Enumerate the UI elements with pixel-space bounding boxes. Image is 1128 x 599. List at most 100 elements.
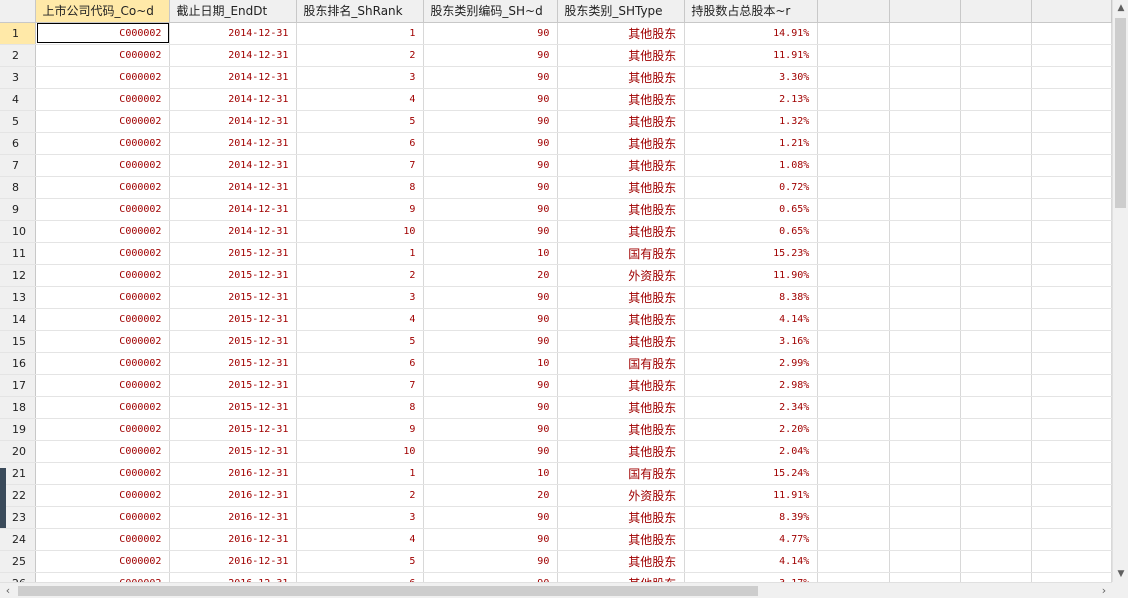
empty-cell[interactable] — [817, 418, 891, 441]
row-number[interactable]: 2 — [0, 44, 37, 67]
cell-company-code[interactable]: C000002 — [35, 550, 171, 573]
cell-rank[interactable]: 7 — [296, 154, 425, 177]
cell-ratio[interactable]: 0.65% — [684, 220, 819, 243]
vertical-scrollbar[interactable]: ▲ ▼ — [1112, 0, 1128, 582]
cell-rank[interactable]: 10 — [296, 220, 425, 243]
empty-cell[interactable] — [960, 396, 1032, 419]
cell-type-code[interactable]: 90 — [423, 308, 559, 331]
empty-cell[interactable] — [889, 154, 962, 177]
cell-rank[interactable]: 1 — [296, 22, 425, 45]
cell-type-code[interactable]: 10 — [423, 352, 559, 375]
cell-type-code[interactable]: 90 — [423, 440, 559, 463]
cell-type-code[interactable]: 90 — [423, 286, 559, 309]
cell-ratio[interactable]: 1.21% — [684, 132, 819, 155]
cell-ratio[interactable]: 1.32% — [684, 110, 819, 133]
empty-cell[interactable] — [817, 132, 891, 155]
cell-type[interactable]: 国有股东 — [557, 242, 686, 265]
cell-type[interactable]: 其他股东 — [557, 550, 686, 573]
cell-end-date[interactable]: 2015-12-31 — [169, 418, 298, 441]
cell-type[interactable]: 其他股东 — [557, 66, 686, 89]
cell-end-date[interactable]: 2015-12-31 — [169, 352, 298, 375]
empty-cell[interactable] — [1031, 22, 1112, 45]
cell-type[interactable]: 其他股东 — [557, 176, 686, 199]
empty-cell[interactable] — [960, 484, 1032, 507]
cell-end-date[interactable]: 2014-12-31 — [169, 22, 298, 45]
cell-company-code[interactable]: C000002 — [35, 22, 171, 45]
cell-end-date[interactable]: 2016-12-31 — [169, 506, 298, 529]
empty-cell[interactable] — [817, 308, 891, 331]
cell-end-date[interactable]: 2015-12-31 — [169, 308, 298, 331]
cell-ratio[interactable]: 2.20% — [684, 418, 819, 441]
empty-cell[interactable] — [817, 528, 891, 551]
scroll-down-arrow-icon[interactable]: ▼ — [1113, 566, 1128, 582]
empty-cell[interactable] — [889, 88, 962, 111]
empty-cell[interactable] — [817, 440, 891, 463]
scroll-right-arrow-icon[interactable]: › — [1096, 583, 1112, 599]
cell-ratio[interactable]: 2.98% — [684, 374, 819, 397]
cell-rank[interactable]: 2 — [296, 264, 425, 287]
cell-company-code[interactable]: C000002 — [35, 154, 171, 177]
empty-cell[interactable] — [960, 330, 1032, 353]
cell-rank[interactable]: 4 — [296, 308, 425, 331]
cell-company-code[interactable]: C000002 — [35, 440, 171, 463]
cell-type[interactable]: 其他股东 — [557, 396, 686, 419]
empty-cell[interactable] — [1031, 176, 1112, 199]
empty-cell[interactable] — [889, 330, 962, 353]
empty-cell[interactable] — [960, 44, 1032, 67]
cell-ratio[interactable]: 3.16% — [684, 330, 819, 353]
empty-cell[interactable] — [817, 264, 891, 287]
cell-type-code[interactable]: 90 — [423, 220, 559, 243]
cell-type-code[interactable]: 90 — [423, 550, 559, 573]
cell-rank[interactable]: 3 — [296, 286, 425, 309]
empty-cell[interactable] — [1031, 66, 1112, 89]
cell-rank[interactable]: 6 — [296, 572, 425, 582]
empty-cell[interactable] — [1031, 242, 1112, 265]
column-header-enddate[interactable]: 截止日期_EndDt — [169, 0, 298, 23]
empty-cell[interactable] — [889, 396, 962, 419]
column-header-ratio[interactable]: 持股数占总股本~r — [684, 0, 819, 23]
empty-cell[interactable] — [889, 528, 962, 551]
cell-rank[interactable]: 9 — [296, 418, 425, 441]
cell-end-date[interactable]: 2016-12-31 — [169, 550, 298, 573]
cell-type-code[interactable]: 90 — [423, 66, 559, 89]
row-number[interactable]: 17 — [0, 374, 37, 397]
cell-ratio[interactable]: 0.65% — [684, 198, 819, 221]
empty-cell[interactable] — [817, 286, 891, 309]
empty-cell[interactable] — [960, 198, 1032, 221]
empty-cell[interactable] — [889, 132, 962, 155]
cell-ratio[interactable]: 1.08% — [684, 154, 819, 177]
empty-cell[interactable] — [960, 110, 1032, 133]
empty-cell[interactable] — [960, 264, 1032, 287]
cell-company-code[interactable]: C000002 — [35, 44, 171, 67]
scroll-left-arrow-icon[interactable]: ‹ — [0, 583, 16, 599]
empty-cell[interactable] — [1031, 396, 1112, 419]
cell-type[interactable]: 国有股东 — [557, 352, 686, 375]
empty-cell[interactable] — [1031, 440, 1112, 463]
cell-ratio[interactable]: 0.72% — [684, 176, 819, 199]
cell-type[interactable]: 其他股东 — [557, 528, 686, 551]
cell-ratio[interactable]: 14.91% — [684, 22, 819, 45]
cell-company-code[interactable]: C000002 — [35, 528, 171, 551]
row-number[interactable]: 4 — [0, 88, 37, 111]
cell-end-date[interactable]: 2015-12-31 — [169, 242, 298, 265]
empty-cell[interactable] — [889, 572, 962, 582]
empty-cell[interactable] — [889, 66, 962, 89]
cell-type[interactable]: 其他股东 — [557, 88, 686, 111]
cell-end-date[interactable]: 2016-12-31 — [169, 484, 298, 507]
empty-cell[interactable] — [889, 44, 962, 67]
empty-cell[interactable] — [889, 462, 962, 485]
empty-cell[interactable] — [1031, 352, 1112, 375]
cell-company-code[interactable]: C000002 — [35, 176, 171, 199]
row-number[interactable]: 20 — [0, 440, 37, 463]
empty-cell[interactable] — [889, 242, 962, 265]
cell-end-date[interactable]: 2014-12-31 — [169, 198, 298, 221]
cell-type-code[interactable]: 20 — [423, 264, 559, 287]
side-grip-handle[interactable] — [0, 468, 6, 528]
cell-ratio[interactable]: 4.14% — [684, 308, 819, 331]
cell-type-code[interactable]: 90 — [423, 132, 559, 155]
cell-type-code[interactable]: 90 — [423, 528, 559, 551]
empty-cell[interactable] — [817, 198, 891, 221]
cell-type[interactable]: 其他股东 — [557, 44, 686, 67]
empty-cell[interactable] — [960, 88, 1032, 111]
cell-rank[interactable]: 9 — [296, 198, 425, 221]
